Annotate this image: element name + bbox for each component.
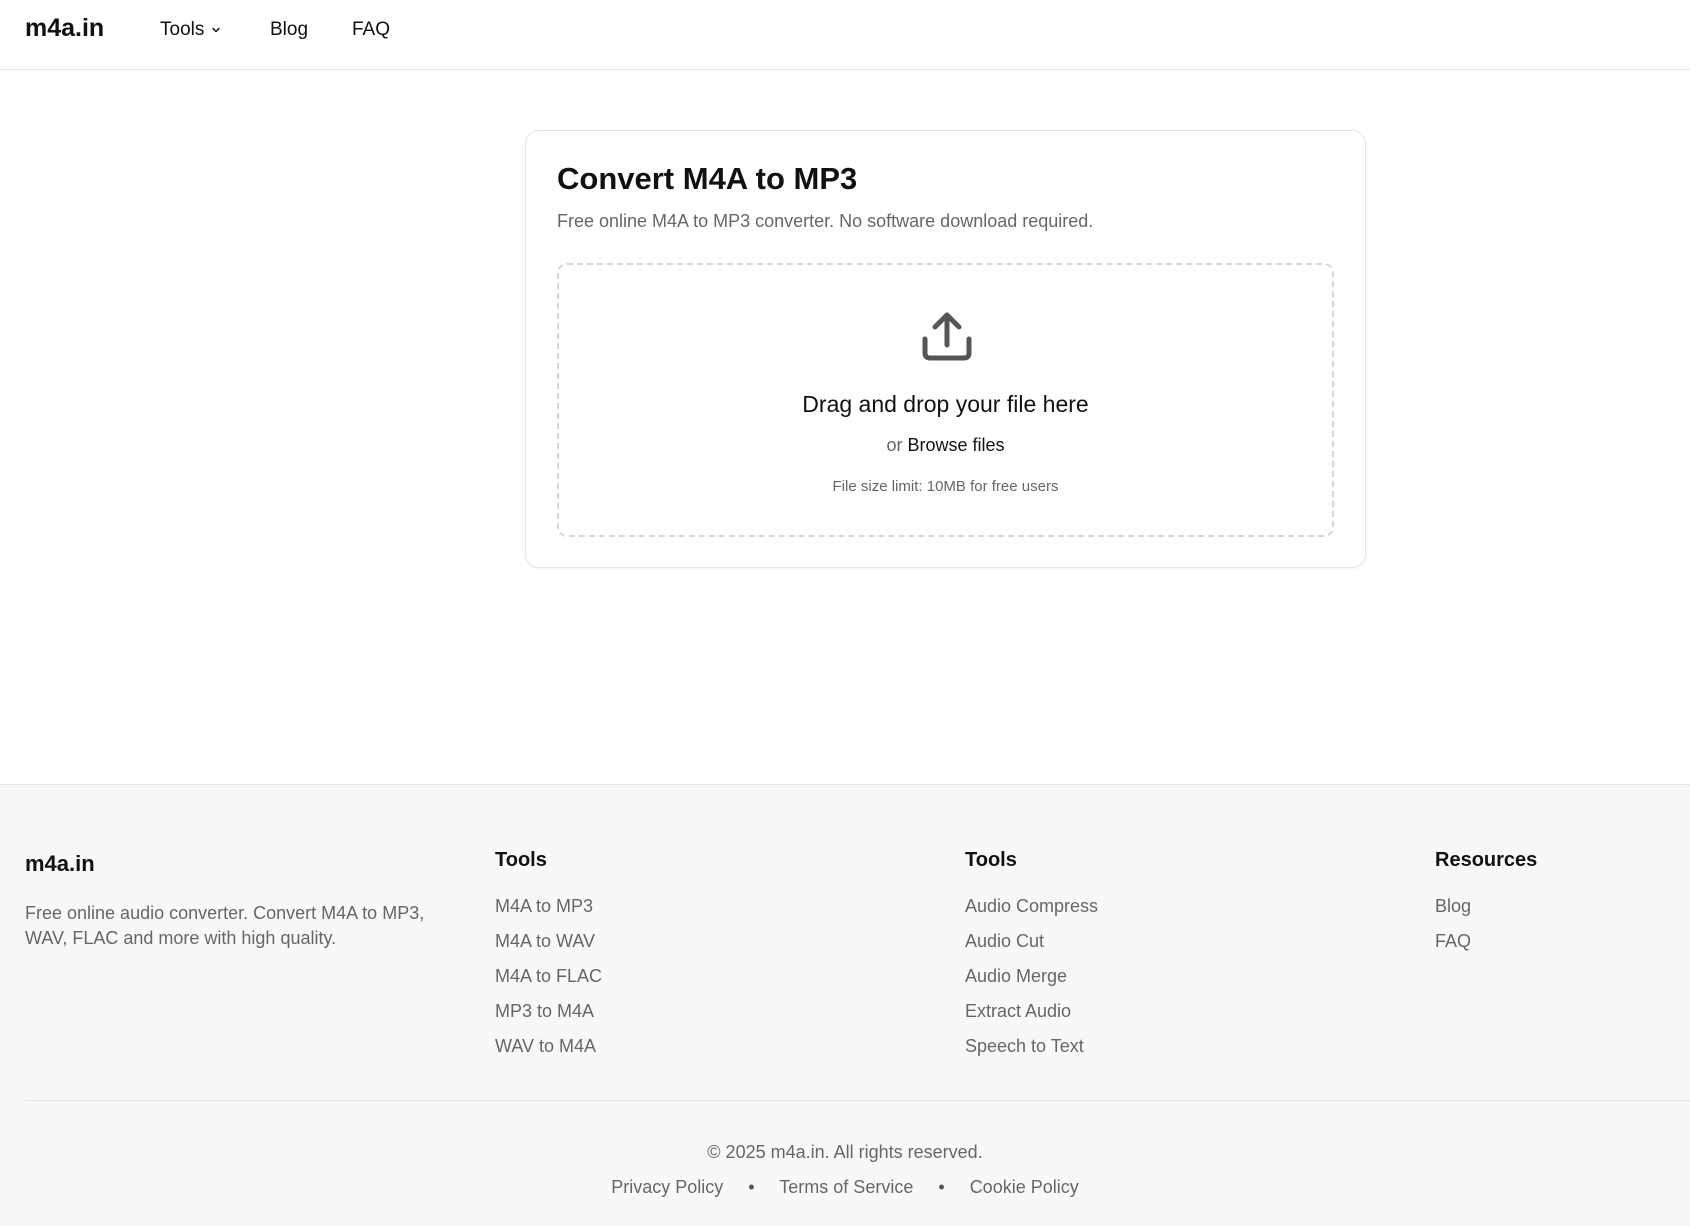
footer-link-blog[interactable]: Blog [1435,895,1537,930]
footer-column-title: Tools [495,849,547,871]
footer-link-m4a-to-mp3[interactable]: M4A to MP3 [495,895,602,930]
nav-tools-label: Tools [160,19,205,40]
converter-card: Convert M4A to MP3 Free online M4A to MP… [525,130,1366,568]
dropzone-title: Drag and drop your file here [802,391,1089,417]
footer-link-m4a-to-flac[interactable]: M4A to FLAC [495,965,602,1000]
footer-link-audio-merge[interactable]: Audio Merge [965,965,1098,1000]
chevron-down-icon [210,24,222,36]
footer-brand: m4a.in [25,851,95,876]
footer-column-resources: Resources Blog FAQ [1435,849,1537,965]
footer-link-speech-to-text[interactable]: Speech to Text [965,1035,1098,1070]
terms-of-service-link[interactable]: Terms of Service [779,1177,913,1197]
footer-link-audio-cut[interactable]: Audio Cut [965,930,1098,965]
page-subtitle: Free online M4A to MP3 converter. No sof… [557,211,1094,231]
site-footer: m4a.in Free online audio converter. Conv… [0,784,1690,1226]
footer-link-m4a-to-wav[interactable]: M4A to WAV [495,930,602,965]
site-header: m4a.in Tools Blog FAQ [0,0,1690,70]
footer-link-mp3-to-m4a[interactable]: MP3 to M4A [495,1000,602,1035]
cookie-policy-link[interactable]: Cookie Policy [970,1177,1079,1197]
footer-description: Free online audio converter. Convert M4A… [25,903,425,948]
separator-dot: • [938,1177,945,1197]
footer-column-title: Resources [1435,849,1538,871]
browse-files-link[interactable]: Browse files [908,435,1005,455]
site-logo[interactable]: m4a.in [25,14,104,43]
copyright-text: © 2025 m4a.in. All rights reserved. [707,1142,983,1162]
file-dropzone[interactable]: Drag and drop your file here or Browse f… [557,263,1334,537]
file-size-limit-note: File size limit: 10MB for free users [832,478,1059,495]
footer-link-audio-compress[interactable]: Audio Compress [965,895,1098,930]
nav-blog-link[interactable]: Blog [270,19,308,41]
page-title: Convert M4A to MP3 [557,161,858,196]
footer-link-wav-to-m4a[interactable]: WAV to M4A [495,1035,602,1070]
footer-link-faq[interactable]: FAQ [1435,930,1537,965]
legal-links: Privacy Policy • Terms of Service • Cook… [0,1177,1690,1198]
or-text: or [886,435,903,455]
separator-dot: • [748,1177,755,1197]
footer-column-audio-tools: Tools Audio Compress Audio Cut Audio Mer… [965,849,1098,1070]
upload-icon [920,309,974,363]
nav-tools-dropdown[interactable]: Tools [160,19,222,41]
privacy-policy-link[interactable]: Privacy Policy [611,1177,723,1197]
browse-line: or Browse files [559,435,1332,456]
nav-faq-link[interactable]: FAQ [352,19,390,41]
footer-divider [25,1100,1690,1101]
footer-column-tools: Tools M4A to MP3 M4A to WAV M4A to FLAC … [495,849,602,1070]
footer-link-extract-audio[interactable]: Extract Audio [965,1000,1098,1035]
footer-column-title: Tools [965,849,1017,871]
